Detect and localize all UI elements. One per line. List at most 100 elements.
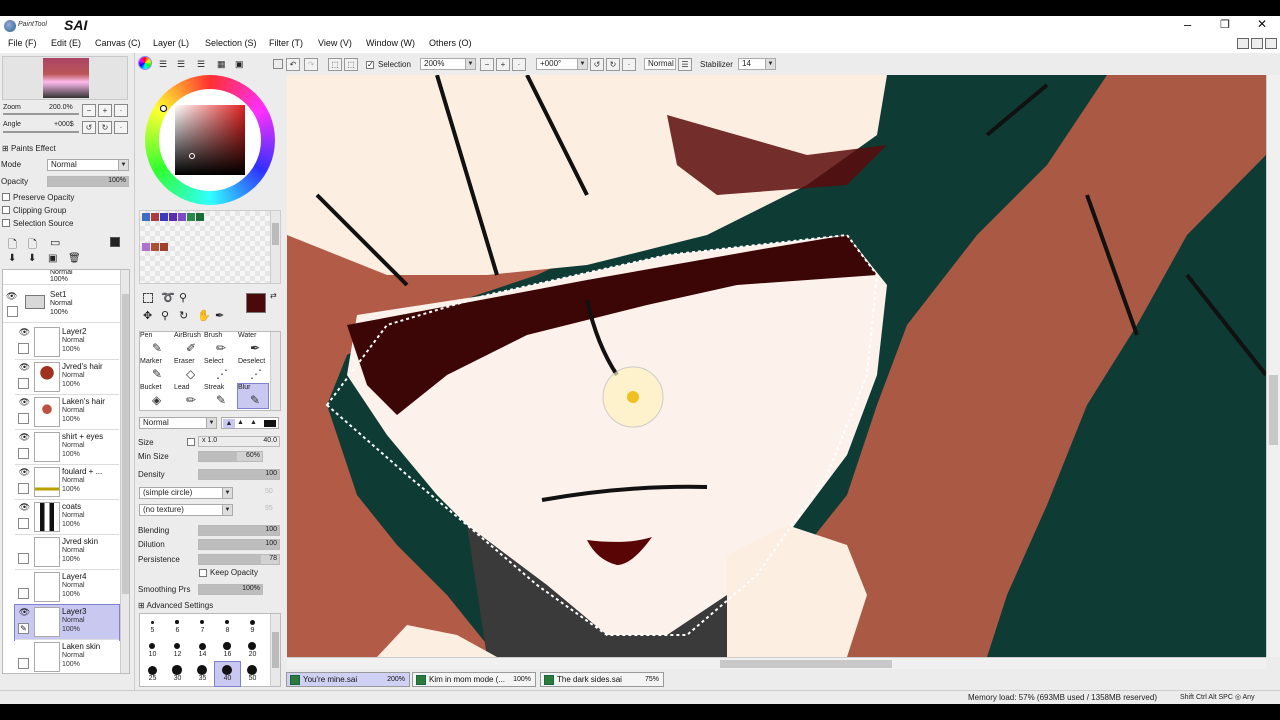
navigator-preview[interactable] [2,56,128,100]
tool-marker[interactable]: Marker ✎ [140,358,164,382]
restore-doc-button[interactable] [1237,38,1249,49]
color-swatch[interactable] [196,213,204,221]
density-slider[interactable]: 100 [198,469,280,480]
brush-shape-select[interactable]: (simple circle) ▼ [139,487,233,499]
layer-partial[interactable]: Normal 100% [3,270,121,285]
selection-visible-checkbox[interactable]: ✓ [366,61,374,69]
tool-airbrush[interactable]: AirBrush ✐ [174,332,201,356]
toolbar-rotate-right[interactable]: ↻ [606,58,620,71]
swap-colors-icon[interactable]: ⇄ [270,291,277,300]
brush-size-scroll-thumb[interactable] [272,632,279,668]
layer-item-foulard[interactable]: 👁 foulard + ... Normal 100% [15,465,119,500]
eye-icon[interactable]: 👁 [18,503,31,512]
brush-size-preset[interactable]: 9 [240,614,265,638]
color-swatch[interactable] [142,213,150,221]
eye-icon[interactable]: 👁 [18,363,31,372]
sv-marker[interactable] [189,153,195,159]
swatch-mode-icon[interactable]: ▦ [217,59,226,70]
selection-source-checkbox[interactable] [2,219,10,227]
zoom-out-button[interactable]: − [82,104,96,117]
new-folder-icon[interactable]: ▭ [50,236,60,249]
canvas-vertical-scroll-thumb[interactable] [1269,375,1278,445]
edge-soft-icon[interactable]: ▲ [237,419,244,426]
persistence-slider[interactable]: 78 [198,554,280,565]
layer-item-laken-hair[interactable]: 👁 Laken's hair Normal 100% [15,395,119,430]
layer-item-layer3[interactable]: 👁 ✎ Layer3 Normal 100% [14,604,120,641]
pen-lock-icon[interactable]: ✎ [18,623,29,634]
brush-size-preset[interactable]: 14 [190,638,215,662]
rotate-icon[interactable]: ↻ [179,309,188,322]
menu-window[interactable]: Window (W) [366,38,415,48]
tool-deselect[interactable]: Deselect ⋰ [238,358,265,382]
tool-blur[interactable]: Blur ✎ [237,383,269,409]
smoothing-pressure-slider[interactable]: 100% [198,584,263,595]
edge-flat-icon[interactable] [264,420,276,427]
menu-edit[interactable]: Edit (E) [51,38,81,48]
color-swatch[interactable] [151,213,159,221]
minimize-button[interactable]: – [1184,17,1191,32]
zoom-reset-button[interactable]: · [114,104,128,117]
toolbar-zoom-out[interactable]: − [480,58,494,71]
swatch-scrollbar[interactable] [270,211,280,283]
layer-item-jvred-hair[interactable]: 👁 Jvred's hair Normal 100% [15,360,119,395]
maximize-doc-button[interactable] [1251,38,1263,49]
eye-icon[interactable]: 👁 [18,468,31,477]
brush-size-scrollbar[interactable] [270,614,280,686]
color-swatch[interactable] [160,213,168,221]
toolbar-rotate-left[interactable]: ↺ [590,58,604,71]
scratchpad-mode-icon[interactable]: ▣ [235,59,244,70]
preserve-opacity-checkbox[interactable] [2,193,10,201]
brush-size-preset[interactable]: 12 [165,638,190,662]
undo-button[interactable]: ↶ [286,58,300,71]
zoom-select[interactable]: 200% ▼ [420,58,476,70]
zoom-in-button[interactable]: + [98,104,112,117]
menu-others[interactable]: Others (O) [429,38,472,48]
brush-size-preset[interactable]: 40 [214,661,241,687]
sv-square[interactable] [175,105,245,175]
brush-size-preset[interactable]: 6 [165,614,190,638]
zoom-icon[interactable]: ⚲ [161,309,169,322]
color-swatch[interactable] [160,243,168,251]
hand-icon[interactable]: ✋ [197,309,211,322]
dilution-slider[interactable]: 100 [198,539,280,550]
hsv-slider-mode-icon[interactable]: ☰ [177,59,185,70]
eye-icon[interactable] [18,573,31,582]
gradation-mode-icon[interactable]: ☰ [197,59,205,70]
layer-item-layer4[interactable]: Layer4 Normal 100% [15,570,119,605]
color-wheel-mode-icon[interactable] [138,56,152,70]
move-icon[interactable]: ✥ [143,309,152,322]
brush-size-preset[interactable]: 5 [140,614,165,638]
size-slider[interactable]: x 1.0 40.0 [198,436,280,447]
color-swatch[interactable] [142,243,150,251]
lock-box[interactable] [18,343,29,354]
redo-button[interactable]: ↷ [304,58,318,71]
layer-item-coats[interactable]: 👁 coats Normal 100% [15,500,119,535]
brush-size-preset[interactable]: 10 [140,638,165,662]
clipping-group-checkbox[interactable] [2,206,10,214]
tool-select[interactable]: Select ⋰ [204,358,228,382]
toolbar-zoom-reset[interactable]: · [512,58,526,71]
canvas-viewport[interactable] [287,75,1266,657]
color-swatch[interactable] [187,213,195,221]
color-swatch[interactable] [151,243,159,251]
doc-tab-dark-sides[interactable]: The dark sides.sai 75% [540,672,664,687]
primary-color-box[interactable] [246,293,266,313]
color-swatch[interactable] [178,213,186,221]
layer-item-shirt-eyes[interactable]: 👁 shirt + eyes Normal 100% [15,430,119,465]
canvas-horizontal-scrollbar[interactable] [287,657,1266,669]
tool-panel-collapse[interactable] [273,59,283,69]
lock-box[interactable] [18,378,29,389]
eyedropper-icon[interactable]: ✒ [215,309,224,322]
swatch-scroll-thumb[interactable] [272,223,279,245]
layer-menu-icon[interactable] [110,237,120,247]
eye-icon[interactable]: 👁 [18,398,31,407]
size-multiplier[interactable]: x 1.0 [202,437,217,444]
tool-brush[interactable]: Brush ✏ [204,332,228,356]
paints-effect-header[interactable]: ⊞ Paints Effect [2,144,56,153]
eye-icon[interactable] [18,643,31,652]
zoom-slider[interactable] [3,113,79,115]
lock-box[interactable] [18,553,29,564]
rotate-right-button[interactable]: ↻ [98,121,112,134]
eye-icon[interactable] [18,538,31,547]
edge-hard-icon[interactable]: ▲ [223,419,235,428]
